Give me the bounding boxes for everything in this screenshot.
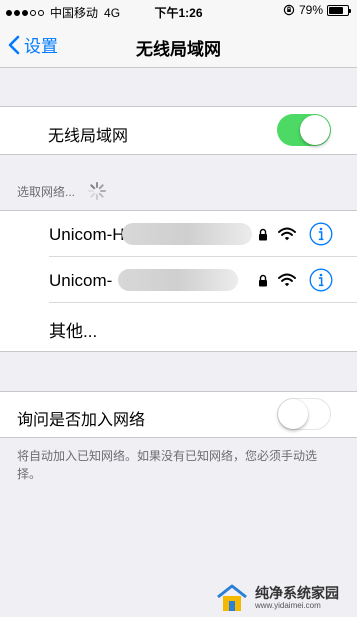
ask-join-label: 询问是否加入网络 [17,412,146,429]
other-network-label: 其他... [49,322,98,341]
wifi-toggle-group: 无线局域网 [0,106,357,155]
network-name: Unicom-H [49,225,125,244]
other-network-row[interactable]: 其他... [0,303,357,349]
network-row[interactable]: Unicom-H [0,211,357,257]
toggle-knob [278,399,308,429]
wifi-toggle-switch[interactable] [277,114,331,146]
ask-join-row: 询问是否加入网络 [0,392,357,437]
watermark-url: www.yidaimei.com [255,601,321,610]
section-header-label: 选取网络... [17,184,76,199]
battery-percent: 79% [298,3,323,17]
page-title: 无线局域网 [136,40,221,59]
network-name: Unicom- [49,271,113,290]
choose-network-header: 选取网络... [17,181,107,201]
networks-group: Unicom-H Unicom- 其他... [0,210,357,352]
house-logo-icon [217,584,247,611]
wifi-signal-icon [278,227,296,241]
wifi-toggle-row: 无线局域网 [0,107,357,154]
lock-icon [259,228,267,241]
ask-join-description: 将自动加入已知网络。如果没有已知网络，您必须手动选择。 [17,449,318,481]
wifi-toggle-label: 无线局域网 [48,128,129,145]
watermark: 纯净系统家园 www.yidaimei.com [215,583,339,613]
status-right: 79% [283,3,351,17]
navigation-bar: 设置 无线局域网 [0,22,357,68]
toggle-knob [300,115,330,145]
loading-spinner-icon [88,182,107,200]
lock-icon [259,274,267,287]
network-row[interactable]: Unicom- [0,257,357,303]
redaction-blur [118,269,238,291]
redaction-blur [122,223,252,245]
wifi-signal-icon [278,273,296,287]
info-icon[interactable] [309,222,333,246]
rotation-lock-icon [283,4,295,16]
watermark-text-block: 纯净系统家园 www.yidaimei.com [255,585,339,611]
ask-join-toggle-switch[interactable] [277,398,331,430]
ask-join-group: 询问是否加入网络 [0,391,357,438]
watermark-title: 纯净系统家园 [255,585,339,601]
status-bar: 中国移动 4G 下午1:26 79% [0,0,357,22]
battery-icon [327,4,351,16]
info-icon[interactable] [309,268,333,292]
